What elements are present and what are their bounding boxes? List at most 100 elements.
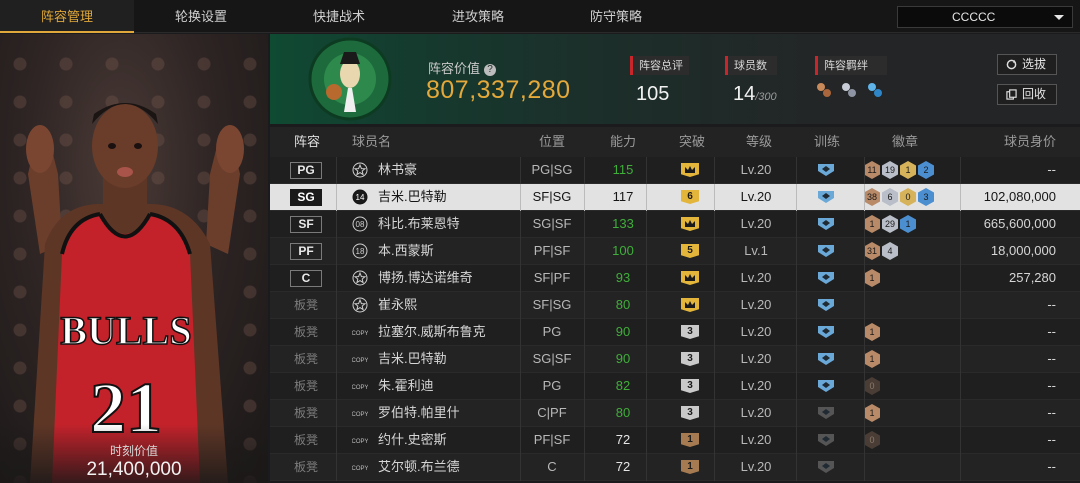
lineup-slot-pf[interactable]: PF xyxy=(290,243,322,260)
training-shield-icon[interactable] xyxy=(817,190,835,204)
lineup-slot-sf[interactable]: SF xyxy=(290,216,322,233)
col-level[interactable]: 等级 xyxy=(746,127,772,157)
player-position: PG|SG xyxy=(531,162,573,177)
training-shield-icon[interactable] xyxy=(817,352,835,366)
col-badges[interactable]: 徽章 xyxy=(892,127,918,157)
table-row[interactable]: 板凳 COPY 吉米.巴特勒 SG|SF 90 3 Lv.20 1 -- xyxy=(270,346,1080,373)
bond-silver-icon[interactable] xyxy=(840,81,858,99)
table-row[interactable]: C 博扬.博达诺维奇 SF|PF 93 Lv.20 1 257,280 xyxy=(270,265,1080,292)
badge-hex[interactable]: 1 xyxy=(864,269,880,287)
badge-hex[interactable]: 1 xyxy=(900,161,916,179)
lineup-slot-sg[interactable]: SG xyxy=(290,189,322,206)
tab-offense-strategy[interactable]: 进攻策略 xyxy=(411,0,545,33)
col-ability[interactable]: 能力 xyxy=(610,127,636,157)
player-name[interactable]: 博扬.博达诺维奇 xyxy=(378,265,473,291)
table-row[interactable]: 板凳 COPY 拉塞尔.威斯布鲁克 PG 90 3 Lv.20 1 -- xyxy=(270,319,1080,346)
player-ability: 82 xyxy=(615,378,631,393)
column-divider xyxy=(520,346,521,373)
badge-hex[interactable]: 3 xyxy=(918,188,934,206)
player-name[interactable]: 朱.霍利迪 xyxy=(378,373,434,399)
column-divider xyxy=(520,211,521,238)
badge-hex[interactable]: 0 xyxy=(864,377,880,395)
training-shield-icon[interactable] xyxy=(817,460,835,474)
badge-hex[interactable]: 1 xyxy=(864,215,880,233)
select-button[interactable]: 选拔 xyxy=(997,54,1057,75)
player-name[interactable]: 拉塞尔.威斯布鲁克 xyxy=(378,319,486,345)
lineup-table: 阵容 球员名 位置 能力 突破 等级 训练 徽章 球员身价 PG 林书豪 PG|SG… xyxy=(270,127,1080,481)
player-position: PF|SF xyxy=(533,432,571,447)
training-shield-icon[interactable] xyxy=(817,244,835,258)
lineup-slot-pg[interactable]: PG xyxy=(290,162,322,179)
recycle-button[interactable]: 回收 xyxy=(997,84,1057,105)
tab-quick-tactics[interactable]: 快捷战术 xyxy=(272,0,406,33)
player-name[interactable]: 吉米.巴特勒 xyxy=(378,184,447,210)
player-name[interactable]: 罗伯特.帕里什 xyxy=(378,400,460,426)
bond-bronze-icon[interactable] xyxy=(815,81,833,99)
tab-lineup-management[interactable]: 阵容管理 xyxy=(0,0,134,33)
column-divider xyxy=(520,238,521,265)
player-name[interactable]: 艾尔顿.布兰德 xyxy=(378,454,460,480)
training-shield-icon[interactable] xyxy=(817,271,835,285)
col-name[interactable]: 球员名 xyxy=(352,127,391,157)
badge-hex[interactable]: 1 xyxy=(864,350,880,368)
column-divider xyxy=(714,211,715,238)
table-row[interactable]: 板凳 COPY 朱.霍利迪 PG 82 3 Lv.20 0 -- xyxy=(270,373,1080,400)
training-shield-icon[interactable] xyxy=(817,406,835,420)
column-divider xyxy=(584,319,585,346)
table-row[interactable]: 板凳 COPY 约什.史密斯 PF|SF 72 1 Lv.20 0 -- xyxy=(270,427,1080,454)
training-shield-icon[interactable] xyxy=(817,298,835,312)
table-row[interactable]: 板凳 COPY 罗伯特.帕里什 C|PF 80 3 Lv.20 1 -- xyxy=(270,400,1080,427)
table-row[interactable]: 板凳 崔永熙 SF|SG 80 Lv.20 -- xyxy=(270,292,1080,319)
column-divider xyxy=(520,373,521,400)
badge-hex[interactable]: 11 xyxy=(864,161,880,179)
table-row[interactable]: PG 林书豪 PG|SG 115 Lv.20 11 19 1 2 -- xyxy=(270,157,1080,184)
tab-defense-strategy[interactable]: 防守策略 xyxy=(549,0,683,33)
badge-hex[interactable]: 6 xyxy=(882,188,898,206)
tab-rotation-settings[interactable]: 轮换设置 xyxy=(134,0,268,33)
bond-blue-icon[interactable] xyxy=(866,81,884,99)
column-divider xyxy=(584,292,585,319)
player-name[interactable]: 本.西蒙斯 xyxy=(378,238,434,264)
lineup-slot-c[interactable]: C xyxy=(290,270,322,287)
player-name[interactable]: 林书豪 xyxy=(378,157,417,183)
badge-hex[interactable]: 2 xyxy=(918,161,934,179)
player-name[interactable]: 科比.布莱恩特 xyxy=(378,211,460,237)
column-divider xyxy=(584,238,585,265)
badge-hex[interactable]: 1 xyxy=(864,323,880,341)
col-training[interactable]: 训练 xyxy=(814,127,840,157)
star-rank-icon xyxy=(352,297,368,313)
player-name[interactable]: 约什.史密斯 xyxy=(378,427,447,453)
badge-hex[interactable]: 0 xyxy=(900,188,916,206)
training-shield-icon[interactable] xyxy=(817,163,835,177)
badge-hex[interactable]: 4 xyxy=(882,242,898,260)
col-breakthrough[interactable]: 突破 xyxy=(679,127,705,157)
table-row[interactable]: 板凳 COPY 艾尔顿.布兰德 C 72 1 Lv.20 -- xyxy=(270,454,1080,481)
player-name[interactable]: 崔永熙 xyxy=(378,292,417,318)
table-row[interactable]: SG 14 吉米.巴特勒 SF|SG 117 6 Lv.20 38 6 0 3 102,080,000 xyxy=(270,184,1080,211)
column-divider xyxy=(864,211,865,238)
table-row[interactable]: SF 08 科比.布莱恩特 SG|SF 133 Lv.20 1 29 1 665,600,000 xyxy=(270,211,1080,238)
table-row[interactable]: PF 18 本.西蒙斯 PF|SF 100 5 Lv.1 31 4 18,000,000 xyxy=(270,238,1080,265)
column-divider xyxy=(714,427,715,454)
column-divider xyxy=(336,211,337,238)
badge-hex[interactable]: 29 xyxy=(882,215,898,233)
training-shield-icon[interactable] xyxy=(817,217,835,231)
col-position[interactable]: 位置 xyxy=(539,127,565,157)
col-worth[interactable]: 球员身价 xyxy=(1004,127,1056,157)
badge-hex[interactable]: 0 xyxy=(864,431,880,449)
badge-hex[interactable]: 31 xyxy=(864,242,880,260)
badge-hex[interactable]: 1 xyxy=(900,215,916,233)
training-shield-icon[interactable] xyxy=(817,325,835,339)
training-shield-icon[interactable] xyxy=(817,433,835,447)
player-count-stat: 球员数 14/300 xyxy=(725,56,777,106)
column-divider xyxy=(960,292,961,319)
player-count-value: 14/300 xyxy=(725,83,777,106)
badge-hex[interactable]: 19 xyxy=(882,161,898,179)
col-lineup[interactable]: 阵容 xyxy=(294,127,320,157)
badge-hex[interactable]: 1 xyxy=(864,404,880,422)
training-shield-icon[interactable] xyxy=(817,379,835,393)
player-name[interactable]: 吉米.巴特勒 xyxy=(378,346,447,372)
help-icon[interactable]: ? xyxy=(484,64,497,76)
team-select-dropdown[interactable]: CCCCC xyxy=(897,6,1073,28)
badge-hex[interactable]: 38 xyxy=(864,188,880,206)
